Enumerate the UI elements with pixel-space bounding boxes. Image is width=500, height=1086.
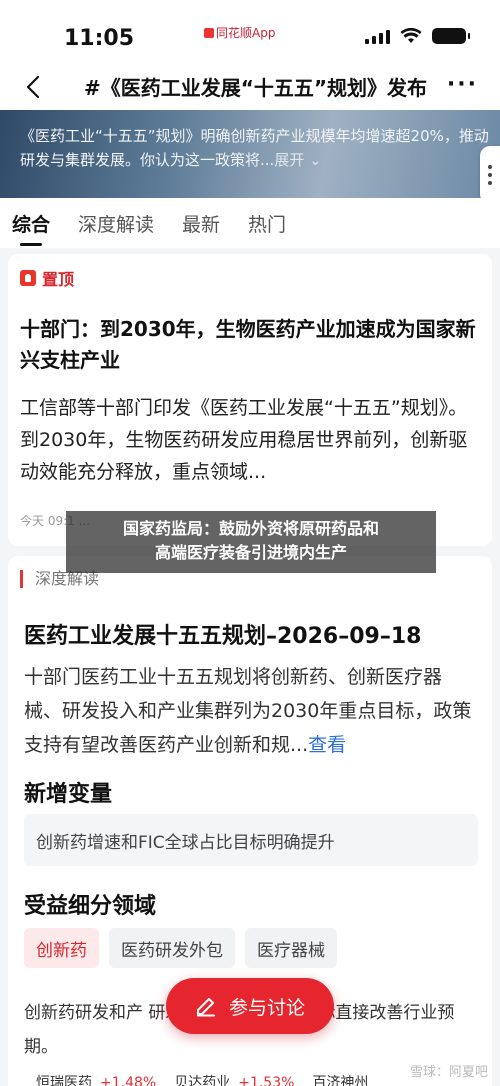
news-toast[interactable]: 国家药监局：鼓励外资将原研药品和 高端医疗装备引进境内生产 [66, 511, 436, 573]
back-button[interactable] [16, 70, 50, 104]
signal-icon [365, 28, 390, 44]
banner-text: 《医药工业“十五五”规划》明确创新药产业规模年均增速超20%，推动研发与集群发展… [20, 124, 490, 172]
benefit-sectors-heading: 受益细分领域 [24, 894, 157, 919]
chip-medical-devices[interactable]: 医疗器械 [245, 928, 337, 968]
stock-item[interactable]: 百济神州 [312, 1072, 376, 1086]
wifi-icon [400, 28, 422, 43]
top-nav: #《医药工业发展“十五五”规划》发布 ··· [0, 64, 500, 110]
tab-overall[interactable]: 综合 [12, 210, 50, 246]
watermark: 雪球：阿夏吧 [409, 1065, 488, 1080]
back-arrow-icon [26, 75, 40, 99]
join-discussion-label: 参与讨论 [228, 996, 305, 1019]
toast-line-1: 国家药监局：鼓励外资将原研药品和 [122, 519, 379, 538]
pinned-label: 置顶 [42, 270, 75, 289]
pinned-summary: 工信部等十部门印发《医药工业发展“十五五”规划》。到2030年，生物医药研发应用… [20, 397, 468, 483]
chip-innovative-drugs[interactable]: 创新药 [24, 928, 99, 968]
banner-summary: 《医药工业“十五五”规划》明确创新药产业规模年均增速超20%，推动研发与集群发展… [20, 127, 489, 169]
tab-latest[interactable]: 最新 [182, 210, 220, 237]
tab-deep-analysis[interactable]: 深度解读 [78, 210, 154, 237]
toast-line-2: 高端医疗装备引进境内生产 [154, 543, 347, 562]
related-stocks: 恒瑞医药 +1.48% 贝达药业 +1.53% 百济神州 [36, 1072, 376, 1086]
page-title: #《医药工业发展“十五五”规划》发布 [84, 76, 428, 100]
pin-icon [20, 270, 36, 286]
tab-bar: 综合 深度解读 最新 热门 [0, 198, 500, 248]
analysis-title: 医药工业发展十五五规划–2026–09–18 [24, 624, 422, 649]
more-options-button[interactable]: ··· [447, 72, 478, 97]
status-icons [365, 28, 470, 44]
pinned-title[interactable]: 十部门：到2030年，生物医药产业加速成为国家新兴支柱产业 [20, 314, 482, 376]
status-time: 11:05 [64, 26, 135, 51]
stock-item[interactable]: 恒瑞医药 +1.48% [36, 1072, 156, 1086]
tab-hot[interactable]: 热门 [248, 210, 286, 237]
side-menu-handle[interactable] [480, 146, 500, 204]
analysis-body-text: 十部门医药工业十五五规划将创新药、创新医疗器械、研发投入和产业集群列为2030年… [24, 666, 472, 756]
pinned-badge: 置顶 [20, 266, 74, 290]
new-variables-heading: 新增变量 [24, 782, 113, 807]
app-logo-icon [204, 27, 214, 38]
topic-banner: 《医药工业“十五五”规划》明确创新药产业规模年均增速超20%，推动研发与集群发展… [0, 110, 500, 198]
sector-chips: 创新药 医药研发外包 医疗器械 [24, 928, 337, 968]
chip-cro[interactable]: 医药研发外包 [109, 928, 235, 968]
pinned-post-card[interactable]: 置顶 十部门：到2030年，生物医药产业加速成为国家新兴支柱产业 工信部等十部门… [8, 254, 492, 546]
battery-icon [432, 28, 470, 44]
join-discussion-button[interactable]: 参与讨论 [166, 978, 334, 1034]
status-app-label: 同花顺App [204, 24, 275, 41]
status-app-name: 同花顺App [216, 26, 276, 40]
stock-item[interactable]: 贝达药业 +1.53% [174, 1072, 294, 1086]
analysis-body: 十部门医药工业十五五规划将创新药、创新医疗器械、研发投入和产业集群列为2030年… [24, 660, 478, 762]
edit-icon [196, 998, 215, 1017]
new-variables-box: 创新药增速和FIC全球占比目标明确提升 [24, 814, 478, 866]
status-bar: 11:05 同花顺App [0, 0, 500, 64]
banner-expand-button[interactable]: 展开 ⌄ [274, 151, 321, 169]
see-more-link[interactable]: 查看 [308, 734, 346, 756]
